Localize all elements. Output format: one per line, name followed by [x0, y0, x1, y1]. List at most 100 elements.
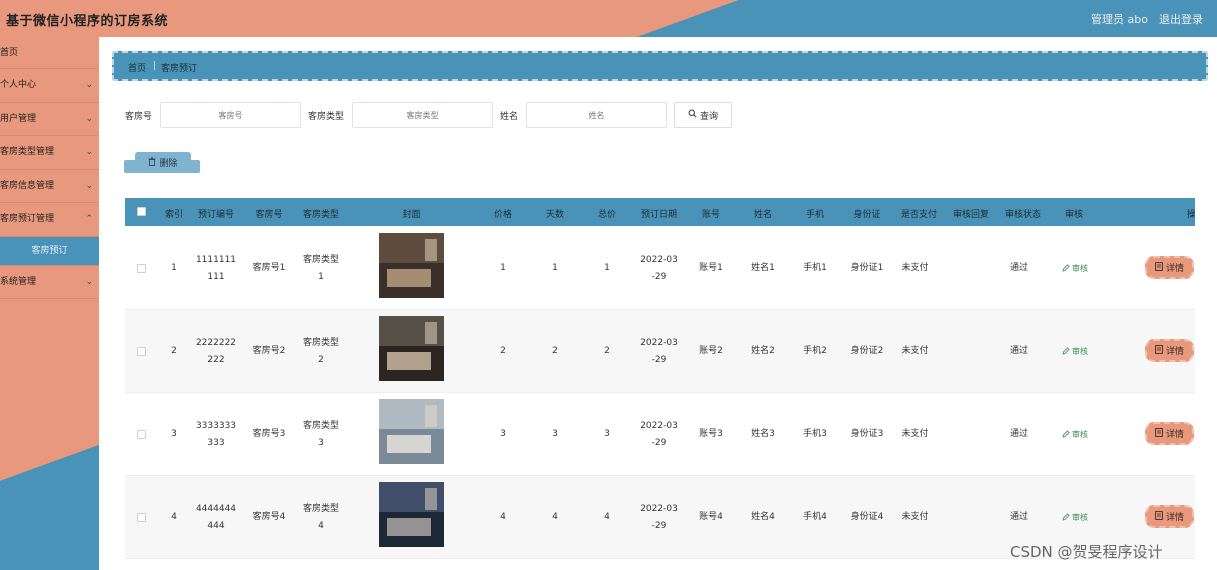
detail-icon: [1155, 261, 1163, 274]
cell-date-line1: 2022-03: [640, 504, 678, 514]
audit-label: 审核: [1072, 264, 1088, 273]
cell-order-no-line2: 111: [207, 272, 225, 282]
sidebar-item-label: 个人中心: [0, 80, 37, 90]
breadcrumb-home[interactable]: 首页: [128, 61, 146, 74]
delete-button[interactable]: 删除: [135, 152, 191, 173]
cell-order-no: 2222222 222: [191, 335, 241, 369]
chevron-down-icon: ⌄: [85, 80, 93, 90]
row-checkbox[interactable]: [137, 513, 146, 522]
cell-order-no-line2: 444: [207, 521, 225, 531]
cell-room-no: 客房号4: [252, 512, 286, 522]
cell-account: 账号2: [699, 346, 723, 356]
cell-price: 2: [500, 346, 506, 356]
detail-label: 详情: [1165, 347, 1184, 357]
sidebar: 首页 个人中心 ⌄ 用户管理 ⌄ 客房类型管理 ⌄ 客房信息管理 ⌄ 客房预订管…: [0, 37, 99, 570]
cell-room-type-line1: 客房类型: [302, 504, 339, 514]
cell-name: 姓名4: [751, 512, 775, 522]
room-cover-image[interactable]: [379, 233, 444, 298]
th-price: 价格: [493, 210, 512, 220]
cell-days: 3: [552, 429, 558, 439]
top-header: 基于微信小程序的订房系统 管理员 abo 退出登录: [0, 0, 1217, 37]
detail-button[interactable]: 详情: [1145, 505, 1194, 528]
cell-status: 通过: [1009, 263, 1028, 273]
logout-link[interactable]: 退出登录: [1159, 11, 1203, 27]
cell-order-no-line1: 4444444: [195, 504, 237, 514]
cell-room-type: 客房类型 4: [297, 501, 345, 535]
room-cover-image[interactable]: [379, 399, 444, 464]
chevron-down-icon: ⌃: [85, 214, 93, 224]
table-row: 2 2222222 222 客房号2 客房类型 2 2 2 2 2022-03 …: [125, 310, 1195, 393]
cell-date-line1: 2022-03: [640, 255, 678, 265]
audit-link[interactable]: 审核: [1062, 512, 1088, 523]
th-account: 账号: [701, 210, 720, 220]
sidebar-item-label: 用户管理: [0, 113, 37, 124]
current-user[interactable]: 管理员 abo: [1091, 11, 1148, 27]
sidebar-item-system[interactable]: 系统管理 ⌄: [0, 266, 99, 299]
sidebar-item-room-types[interactable]: 客房类型管理 ⌄: [0, 136, 99, 170]
select-all-checkbox[interactable]: [137, 207, 146, 216]
sidebar-item-room-info[interactable]: 客房信息管理 ⌄: [0, 170, 99, 203]
sidebar-item-users[interactable]: 用户管理 ⌄: [0, 103, 99, 136]
cell-price: 4: [500, 512, 506, 522]
detail-button[interactable]: 详情: [1145, 422, 1194, 445]
cell-room-no: 客房号3: [252, 429, 286, 439]
breadcrumb: 首页 | 客房预订: [112, 51, 1208, 81]
cell-order-no-line1: 2222222: [195, 338, 237, 348]
cell-account: 账号1: [699, 263, 723, 273]
cell-phone: 手机2: [803, 346, 827, 356]
room-cover-image[interactable]: [379, 316, 444, 381]
cell-paid: 未支付: [901, 346, 929, 356]
cell-date: 2022-03 -29: [635, 418, 683, 452]
sidebar-subitem-room-booking[interactable]: 客房预订: [0, 236, 99, 266]
cell-room-type-line2: 1: [318, 272, 324, 282]
row-checkbox[interactable]: [137, 430, 146, 439]
cell-index: 4: [171, 512, 177, 522]
cell-index: 2: [171, 346, 177, 356]
audit-label: 审核: [1072, 347, 1088, 356]
detail-button[interactable]: 详情: [1145, 339, 1194, 362]
sidebar-item-bookings[interactable]: 客房预订管理 ⌃: [0, 203, 99, 237]
row-checkbox[interactable]: [137, 264, 146, 273]
cell-account: 账号3: [699, 429, 723, 439]
cell-paid: 未支付: [901, 263, 929, 273]
th-room-no: 客房号: [255, 210, 283, 220]
cell-account: 账号4: [699, 512, 723, 522]
sidebar-item-profile[interactable]: 个人中心 ⌄: [0, 69, 99, 103]
edit-icon: [1062, 263, 1070, 274]
cell-order-no-line2: 222: [207, 355, 225, 365]
cell-order-no: 3333333 333: [191, 418, 241, 452]
chevron-down-icon: ⌄: [85, 180, 93, 191]
th-total: 总价: [597, 210, 616, 220]
th-room-type: 客房类型: [302, 210, 339, 220]
audit-link[interactable]: 审核: [1062, 429, 1088, 440]
room-type-label: 客房类型: [308, 112, 345, 122]
cell-total: 3: [604, 429, 610, 439]
th-name: 姓名: [753, 210, 772, 220]
name-label: 姓名: [500, 112, 519, 122]
room-no-input[interactable]: [160, 102, 301, 128]
detail-icon: [1155, 510, 1163, 523]
cell-room-type-line1: 客房类型: [302, 338, 339, 348]
cell-days: 1: [552, 263, 558, 273]
th-index: 索引: [164, 210, 183, 220]
room-cover-image[interactable]: [379, 482, 444, 547]
detail-button[interactable]: 详情: [1145, 256, 1194, 279]
sidebar-item-label: 系统管理: [0, 276, 37, 287]
detail-label: 详情: [1165, 513, 1184, 523]
row-checkbox[interactable]: [137, 347, 146, 356]
sidebar-item-home[interactable]: 首页: [0, 37, 99, 69]
trash-icon: [148, 157, 156, 169]
cell-total: 2: [604, 346, 610, 356]
cell-status: 通过: [1009, 512, 1028, 522]
query-button[interactable]: 查询: [674, 102, 732, 128]
chevron-down-icon: ⌄: [85, 147, 93, 157]
cell-price: 3: [500, 429, 506, 439]
cell-index: 3: [171, 429, 177, 439]
cell-status: 通过: [1009, 346, 1028, 356]
room-type-input[interactable]: [352, 102, 493, 128]
cell-room-no: 客房号1: [252, 263, 286, 273]
name-input[interactable]: [526, 102, 667, 128]
audit-link[interactable]: 审核: [1062, 346, 1088, 357]
chevron-down-icon: ⌄: [85, 276, 93, 287]
audit-link[interactable]: 审核: [1062, 263, 1088, 274]
